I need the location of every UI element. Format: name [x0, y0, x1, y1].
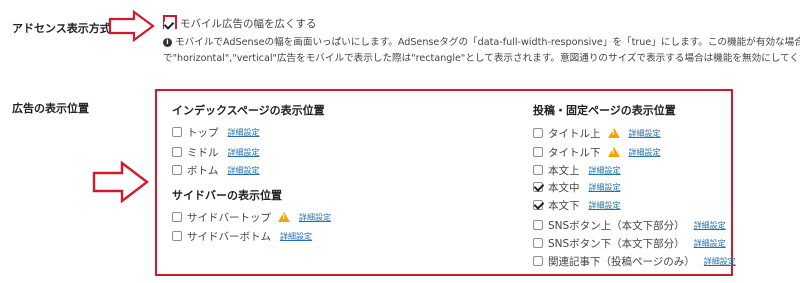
body-below-label: 本文下 [548, 199, 580, 212]
title-above-checkbox[interactable] [533, 128, 543, 138]
title-below-detail-link[interactable]: 詳細設定 [629, 147, 661, 158]
post-page-heading: 投稿・固定ページの表示位置 [533, 104, 676, 117]
index-bottom-detail-link[interactable]: 詳細設定 [228, 165, 260, 176]
post-option-title-above: タイトル上 詳細設定 [533, 126, 661, 140]
index-middle-label: ミドル [187, 146, 219, 159]
sns-below-detail-link[interactable]: 詳細設定 [694, 238, 726, 249]
body-middle-label: 本文中 [548, 181, 580, 194]
title-above-detail-link[interactable]: 詳細設定 [629, 128, 661, 139]
related-below-detail-link[interactable]: 詳細設定 [704, 256, 736, 267]
mobile-width-option-label: モバイル広告の幅を広くする [180, 18, 317, 30]
sns-above-label: SNSボタン上（本文下部分） [548, 219, 685, 232]
related-below-checkbox[interactable] [533, 256, 543, 266]
sidebar-top-detail-link[interactable]: 詳細設定 [299, 212, 331, 223]
index-middle-detail-link[interactable]: 詳細設定 [228, 147, 260, 158]
sidebar-option-top: サイドバートップ 詳細設定 [172, 210, 331, 224]
sns-above-detail-link[interactable]: 詳細設定 [694, 220, 726, 231]
sns-below-checkbox[interactable] [533, 238, 543, 248]
sidebar-top-label: サイドバートップ [187, 211, 271, 224]
index-top-label: トップ [187, 126, 219, 139]
index-middle-checkbox[interactable] [172, 147, 182, 157]
index-bottom-checkbox[interactable] [172, 165, 182, 175]
sidebar-heading: サイドバーの表示位置 [172, 189, 282, 202]
body-middle-detail-link[interactable]: 詳細設定 [589, 182, 621, 193]
related-below-label: 関連記事下（投稿ページのみ） [548, 255, 695, 268]
info-icon: i [163, 37, 172, 47]
mobile-width-description: i モバイルでAdSenseの幅を画面いっぱいにします。AdSenseタグの「d… [163, 34, 800, 48]
index-top-detail-link[interactable]: 詳細設定 [228, 127, 260, 138]
body-above-label: 本文上 [548, 164, 580, 177]
sidebar-top-checkbox[interactable] [172, 212, 182, 222]
post-option-sns-below: SNSボタン下（本文下部分） 詳細設定 [533, 236, 726, 250]
body-middle-checkbox[interactable] [533, 182, 543, 192]
index-page-heading: インデックスページの表示位置 [172, 104, 325, 117]
warning-icon [278, 212, 290, 222]
post-option-body-below: 本文下 詳細設定 [533, 198, 621, 212]
mobile-width-checkbox[interactable] [164, 16, 175, 35]
post-option-sns-above: SNSボタン上（本文下部分） 詳細設定 [533, 218, 726, 232]
sns-above-checkbox[interactable] [533, 220, 543, 230]
index-option-bottom: ボトム 詳細設定 [172, 163, 260, 177]
body-above-detail-link[interactable]: 詳細設定 [589, 165, 621, 176]
index-top-checkbox[interactable] [172, 127, 182, 137]
index-bottom-label: ボトム [187, 164, 219, 177]
post-option-body-above: 本文上 詳細設定 [533, 163, 621, 177]
warning-icon [607, 128, 620, 138]
title-above-label: タイトル上 [548, 127, 601, 140]
post-option-body-middle: 本文中 詳細設定 [533, 180, 621, 194]
post-option-related-below: 関連記事下（投稿ページのみ） 詳細設定 [533, 254, 736, 268]
ad-position-label: 広告の表示位置 [12, 102, 89, 115]
index-option-top: トップ 詳細設定 [172, 125, 260, 139]
title-below-checkbox[interactable] [533, 147, 543, 157]
description-line-1: モバイルでAdSenseの幅を画面いっぱいにします。AdSenseタグの「dat… [175, 37, 800, 48]
sidebar-option-bottom: サイドバーボトム 詳細設定 [172, 229, 312, 243]
warning-icon [607, 147, 620, 157]
title-below-label: タイトル下 [548, 146, 601, 159]
sns-below-label: SNSボタン下（本文下部分） [548, 237, 685, 250]
index-option-middle: ミドル 詳細設定 [172, 145, 260, 159]
body-below-detail-link[interactable]: 詳細設定 [589, 200, 621, 211]
arrow-right-icon [92, 160, 149, 204]
sidebar-bottom-checkbox[interactable] [172, 231, 182, 241]
post-option-title-below: タイトル下 詳細設定 [533, 145, 661, 159]
adsense-method-label: アドセンス表示方式 [12, 22, 111, 35]
arrow-right-icon [108, 10, 155, 42]
sidebar-bottom-label: サイドバーボトム [187, 230, 271, 243]
body-above-checkbox[interactable] [533, 165, 543, 175]
sidebar-bottom-detail-link[interactable]: 詳細設定 [280, 231, 312, 242]
body-below-checkbox[interactable] [533, 200, 543, 210]
description-line-2: で"horizontal","vertical"広告をモバイルで表示した際は"r… [163, 53, 800, 64]
